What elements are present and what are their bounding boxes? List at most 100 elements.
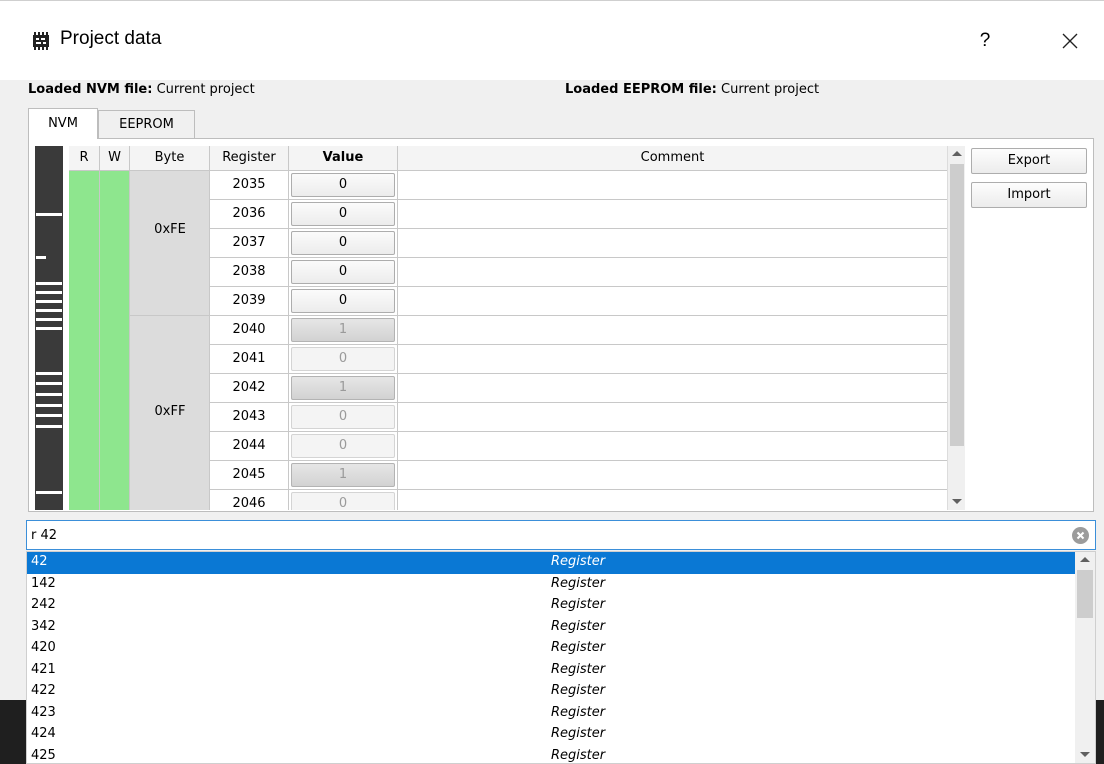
value-toggle-button[interactable]: 0: [291, 289, 395, 313]
value-toggle-button[interactable]: 0: [291, 260, 395, 284]
column-header-r[interactable]: R: [69, 146, 100, 171]
comment-cell[interactable]: [398, 432, 947, 461]
value-toggle-button[interactable]: 0: [291, 231, 395, 255]
table-row: 2038 0: [210, 258, 947, 287]
scroll-up-icon[interactable]: [952, 151, 962, 156]
write-column: [100, 171, 130, 510]
read-column: [69, 171, 100, 510]
search-field[interactable]: [26, 520, 1096, 550]
register-map-strip[interactable]: [35, 146, 63, 510]
register-cell: 2046: [210, 490, 289, 510]
result-item[interactable]: 142 Register: [27, 574, 1075, 596]
value-toggle-button[interactable]: 0: [291, 347, 395, 371]
value-cell: 0: [289, 490, 398, 510]
tab-nvm[interactable]: NVM: [28, 108, 98, 139]
tab-eeprom[interactable]: EEPROM: [98, 110, 195, 138]
comment-cell[interactable]: [398, 229, 947, 258]
results-scroll-thumb[interactable]: [1077, 570, 1093, 618]
comment-cell[interactable]: [398, 171, 947, 200]
map-mark: [36, 300, 62, 303]
value-toggle-button[interactable]: 0: [291, 434, 395, 458]
comment-cell[interactable]: [398, 403, 947, 432]
result-item[interactable]: 423 Register: [27, 703, 1075, 725]
result-item[interactable]: 424 Register: [27, 724, 1075, 746]
result-item[interactable]: 422 Register: [27, 681, 1075, 703]
title-bar: Project data ?: [0, 0, 1104, 80]
scroll-down-icon[interactable]: [1080, 752, 1090, 757]
nvm-file-label: Loaded NVM file:: [28, 82, 153, 97]
import-button[interactable]: Import: [971, 182, 1087, 208]
table-row: 2044 0: [210, 432, 947, 461]
table-scrollbar[interactable]: [947, 146, 965, 510]
value-toggle-button[interactable]: 0: [291, 405, 395, 429]
value-cell: 1: [289, 374, 398, 403]
comment-cell[interactable]: [398, 258, 947, 287]
result-number: 424: [31, 726, 56, 741]
register-cell: 2036: [210, 200, 289, 229]
table-row: 2039 0: [210, 287, 947, 316]
table-row: 2046 0: [210, 490, 947, 510]
column-header-value[interactable]: Value: [289, 146, 398, 171]
comment-cell[interactable]: [398, 200, 947, 229]
map-mark: [36, 372, 62, 375]
value-toggle-button[interactable]: 0: [291, 173, 395, 197]
export-button[interactable]: Export: [971, 148, 1087, 174]
result-number: 342: [31, 618, 56, 634]
scroll-down-icon[interactable]: [952, 499, 962, 504]
result-item[interactable]: 420 Register: [27, 638, 1075, 660]
column-header-byte[interactable]: Byte: [130, 146, 210, 171]
scroll-up-icon[interactable]: [1080, 557, 1090, 562]
map-mark: [36, 393, 62, 396]
value-toggle-button[interactable]: 1: [291, 463, 395, 487]
byte-label: 0xFE: [154, 221, 186, 237]
map-mark: [36, 282, 62, 285]
comment-cell[interactable]: [398, 316, 947, 345]
map-mark: [36, 491, 62, 494]
result-item[interactable]: 421 Register: [27, 660, 1075, 682]
column-header-comment[interactable]: Comment: [398, 146, 947, 171]
search-results-list: 42 Register 142 Register 242 Register 342 Regis…: [26, 551, 1096, 764]
comment-cell[interactable]: [398, 374, 947, 403]
search-input[interactable]: [31, 525, 1061, 545]
comment-cell[interactable]: [398, 287, 947, 316]
register-cell: 2035: [210, 171, 289, 200]
register-table: R W Byte Register Value Comment 0xFE 0xFF…: [69, 146, 947, 510]
clear-icon[interactable]: [1072, 527, 1089, 544]
value-cell: 0: [289, 287, 398, 316]
result-number: 42: [31, 554, 48, 569]
column-header-register[interactable]: Register: [210, 146, 289, 171]
map-mark: [36, 291, 62, 294]
background-edge: [0, 700, 26, 764]
result-number: 420: [31, 640, 56, 655]
result-number: 421: [31, 661, 56, 677]
value-toggle-button[interactable]: 0: [291, 492, 395, 510]
comment-cell[interactable]: [398, 345, 947, 374]
help-button[interactable]: ?: [968, 25, 1002, 57]
value-toggle-button[interactable]: 1: [291, 376, 395, 400]
chip-icon: [33, 32, 49, 50]
result-item[interactable]: 425 Register: [27, 746, 1075, 764]
value-cell: 1: [289, 316, 398, 345]
result-number: 142: [31, 575, 56, 591]
result-item[interactable]: 242 Register: [27, 595, 1075, 617]
table-scroll-thumb[interactable]: [950, 164, 964, 446]
register-cell: 2040: [210, 316, 289, 345]
results-scrollbar[interactable]: [1075, 552, 1095, 763]
table-row: 2036 0: [210, 200, 947, 229]
map-mark: [36, 382, 62, 385]
register-cell: 2041: [210, 345, 289, 374]
register-cell: 2038: [210, 258, 289, 287]
column-header-w[interactable]: W: [100, 146, 130, 171]
result-item[interactable]: 342 Register: [27, 617, 1075, 639]
comment-cell[interactable]: [398, 490, 947, 510]
table-row: 2045 1: [210, 461, 947, 490]
result-type: Register: [551, 597, 606, 612]
comment-cell[interactable]: [398, 461, 947, 490]
map-mark: [36, 327, 62, 330]
value-cell: 0: [289, 432, 398, 461]
value-toggle-button[interactable]: 1: [291, 318, 395, 342]
value-cell: 0: [289, 229, 398, 258]
value-toggle-button[interactable]: 0: [291, 202, 395, 226]
close-icon[interactable]: [1050, 25, 1090, 57]
result-item[interactable]: 42 Register: [27, 552, 1075, 574]
